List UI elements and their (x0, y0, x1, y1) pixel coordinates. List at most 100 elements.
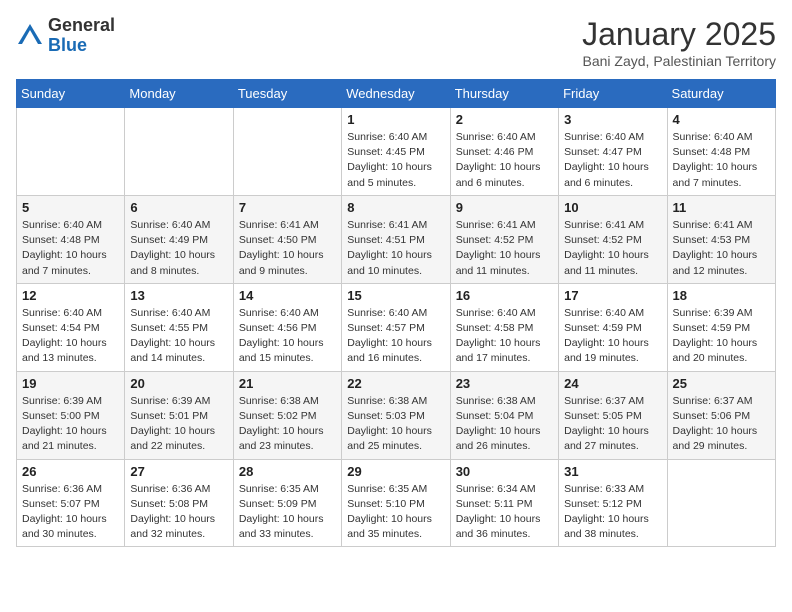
page-header: General Blue January 2025 Bani Zayd, Pal… (16, 16, 776, 69)
day-number: 16 (456, 288, 553, 303)
calendar-cell: 2Sunrise: 6:40 AM Sunset: 4:46 PM Daylig… (450, 108, 558, 196)
calendar-cell: 6 Sunrise: 6:40 AM Sunset: 4:49 PM Daylig… (125, 195, 233, 283)
day-info: Sunrise: 6:39 AM Sunset: 4:59 PM Dayligh… (673, 306, 770, 367)
day-number: 28 (239, 464, 336, 479)
day-number: 11 (673, 200, 770, 215)
day-info: Sunrise: 6:40 AM Sunset: 4:48 PM Dayligh… (673, 130, 770, 191)
day-number: 24 (564, 376, 661, 391)
day-info: Sunrise: 6:40 AM Sunset: 4:45 PM Dayligh… (347, 130, 444, 191)
calendar-cell: 29 Sunrise: 6:35 AM Sunset: 5:10 PM Dayli… (342, 459, 450, 547)
day-number: 26 (22, 464, 119, 479)
calendar-week-5: 26 Sunrise: 6:36 AM Sunset: 5:07 PM Dayli… (17, 459, 776, 547)
calendar-week-3: 12Sunrise: 6:40 AM Sunset: 4:54 PM Dayli… (17, 283, 776, 371)
calendar-cell: 13Sunrise: 6:40 AM Sunset: 4:55 PM Dayli… (125, 283, 233, 371)
calendar-cell: 28 Sunrise: 6:35 AM Sunset: 5:09 PM Dayli… (233, 459, 341, 547)
calendar-cell: 10 Sunrise: 6:41 AM Sunset: 4:52 PM Dayli… (559, 195, 667, 283)
day-number: 13 (130, 288, 227, 303)
day-number: 4 (673, 112, 770, 127)
calendar-cell: 23Sunrise: 6:38 AM Sunset: 5:04 PM Dayli… (450, 371, 558, 459)
day-info: Sunrise: 6:40 AM Sunset: 4:47 PM Dayligh… (564, 130, 661, 191)
calendar-cell: 1 Sunrise: 6:40 AM Sunset: 4:45 PM Daylig… (342, 108, 450, 196)
day-info: Sunrise: 6:37 AM Sunset: 5:05 PM Dayligh… (564, 394, 661, 455)
weekday-header-row: SundayMondayTuesdayWednesdayThursdayFrid… (17, 80, 776, 108)
day-info: Sunrise: 6:37 AM Sunset: 5:06 PM Dayligh… (673, 394, 770, 455)
calendar-table: SundayMondayTuesdayWednesdayThursdayFrid… (16, 79, 776, 547)
day-info: Sunrise: 6:40 AM Sunset: 4:48 PM Dayligh… (22, 218, 119, 279)
calendar-cell: 3Sunrise: 6:40 AM Sunset: 4:47 PM Daylig… (559, 108, 667, 196)
day-info: Sunrise: 6:38 AM Sunset: 5:04 PM Dayligh… (456, 394, 553, 455)
day-info: Sunrise: 6:33 AM Sunset: 5:12 PM Dayligh… (564, 482, 661, 543)
weekday-header-sunday: Sunday (17, 80, 125, 108)
calendar-cell: 17 Sunrise: 6:40 AM Sunset: 4:59 PM Dayli… (559, 283, 667, 371)
weekday-header-monday: Monday (125, 80, 233, 108)
calendar-cell: 26 Sunrise: 6:36 AM Sunset: 5:07 PM Dayli… (17, 459, 125, 547)
calendar-cell: 19 Sunrise: 6:39 AM Sunset: 5:00 PM Dayli… (17, 371, 125, 459)
day-number: 21 (239, 376, 336, 391)
day-number: 7 (239, 200, 336, 215)
calendar-week-1: 1 Sunrise: 6:40 AM Sunset: 4:45 PM Daylig… (17, 108, 776, 196)
calendar-cell: 21 Sunrise: 6:38 AM Sunset: 5:02 PM Dayli… (233, 371, 341, 459)
day-info: Sunrise: 6:41 AM Sunset: 4:52 PM Dayligh… (456, 218, 553, 279)
day-number: 6 (130, 200, 227, 215)
weekday-header-friday: Friday (559, 80, 667, 108)
calendar-cell: 11Sunrise: 6:41 AM Sunset: 4:53 PM Dayli… (667, 195, 775, 283)
day-info: Sunrise: 6:36 AM Sunset: 5:07 PM Dayligh… (22, 482, 119, 543)
location-subtitle: Bani Zayd, Palestinian Territory (582, 53, 776, 69)
day-number: 9 (456, 200, 553, 215)
calendar-cell: 25 Sunrise: 6:37 AM Sunset: 5:06 PM Dayli… (667, 371, 775, 459)
day-info: Sunrise: 6:36 AM Sunset: 5:08 PM Dayligh… (130, 482, 227, 543)
day-info: Sunrise: 6:35 AM Sunset: 5:09 PM Dayligh… (239, 482, 336, 543)
day-number: 12 (22, 288, 119, 303)
calendar-cell: 16 Sunrise: 6:40 AM Sunset: 4:58 PM Dayli… (450, 283, 558, 371)
day-number: 14 (239, 288, 336, 303)
day-number: 1 (347, 112, 444, 127)
logo-icon (16, 22, 44, 50)
day-number: 10 (564, 200, 661, 215)
weekday-header-tuesday: Tuesday (233, 80, 341, 108)
logo-text: General Blue (48, 16, 115, 56)
day-number: 29 (347, 464, 444, 479)
day-info: Sunrise: 6:41 AM Sunset: 4:52 PM Dayligh… (564, 218, 661, 279)
day-info: Sunrise: 6:35 AM Sunset: 5:10 PM Dayligh… (347, 482, 444, 543)
day-number: 22 (347, 376, 444, 391)
calendar-cell: 31Sunrise: 6:33 AM Sunset: 5:12 PM Dayli… (559, 459, 667, 547)
calendar-cell (233, 108, 341, 196)
calendar-cell: 24 Sunrise: 6:37 AM Sunset: 5:05 PM Dayli… (559, 371, 667, 459)
weekday-header-saturday: Saturday (667, 80, 775, 108)
day-number: 30 (456, 464, 553, 479)
month-title: January 2025 (582, 16, 776, 53)
day-number: 17 (564, 288, 661, 303)
calendar-cell: 4 Sunrise: 6:40 AM Sunset: 4:48 PM Daylig… (667, 108, 775, 196)
day-info: Sunrise: 6:39 AM Sunset: 5:01 PM Dayligh… (130, 394, 227, 455)
day-number: 27 (130, 464, 227, 479)
calendar-week-4: 19 Sunrise: 6:39 AM Sunset: 5:00 PM Dayli… (17, 371, 776, 459)
calendar-cell: 30 Sunrise: 6:34 AM Sunset: 5:11 PM Dayli… (450, 459, 558, 547)
day-number: 18 (673, 288, 770, 303)
day-info: Sunrise: 6:38 AM Sunset: 5:02 PM Dayligh… (239, 394, 336, 455)
day-info: Sunrise: 6:38 AM Sunset: 5:03 PM Dayligh… (347, 394, 444, 455)
calendar-cell: 20 Sunrise: 6:39 AM Sunset: 5:01 PM Dayli… (125, 371, 233, 459)
day-number: 25 (673, 376, 770, 391)
calendar-cell: 22 Sunrise: 6:38 AM Sunset: 5:03 PM Dayli… (342, 371, 450, 459)
day-info: Sunrise: 6:40 AM Sunset: 4:59 PM Dayligh… (564, 306, 661, 367)
day-info: Sunrise: 6:40 AM Sunset: 4:56 PM Dayligh… (239, 306, 336, 367)
calendar-cell: 14 Sunrise: 6:40 AM Sunset: 4:56 PM Dayli… (233, 283, 341, 371)
day-number: 8 (347, 200, 444, 215)
day-info: Sunrise: 6:34 AM Sunset: 5:11 PM Dayligh… (456, 482, 553, 543)
calendar-cell: 8 Sunrise: 6:41 AM Sunset: 4:51 PM Daylig… (342, 195, 450, 283)
day-info: Sunrise: 6:40 AM Sunset: 4:58 PM Dayligh… (456, 306, 553, 367)
day-number: 5 (22, 200, 119, 215)
calendar-cell: 12Sunrise: 6:40 AM Sunset: 4:54 PM Dayli… (17, 283, 125, 371)
calendar-cell: 9 Sunrise: 6:41 AM Sunset: 4:52 PM Daylig… (450, 195, 558, 283)
day-info: Sunrise: 6:40 AM Sunset: 4:49 PM Dayligh… (130, 218, 227, 279)
title-block: January 2025 Bani Zayd, Palestinian Terr… (582, 16, 776, 69)
day-number: 15 (347, 288, 444, 303)
day-number: 20 (130, 376, 227, 391)
day-info: Sunrise: 6:39 AM Sunset: 5:00 PM Dayligh… (22, 394, 119, 455)
calendar-cell (125, 108, 233, 196)
day-info: Sunrise: 6:41 AM Sunset: 4:51 PM Dayligh… (347, 218, 444, 279)
calendar-cell: 5 Sunrise: 6:40 AM Sunset: 4:48 PM Daylig… (17, 195, 125, 283)
day-number: 19 (22, 376, 119, 391)
calendar-cell (17, 108, 125, 196)
day-info: Sunrise: 6:40 AM Sunset: 4:46 PM Dayligh… (456, 130, 553, 191)
